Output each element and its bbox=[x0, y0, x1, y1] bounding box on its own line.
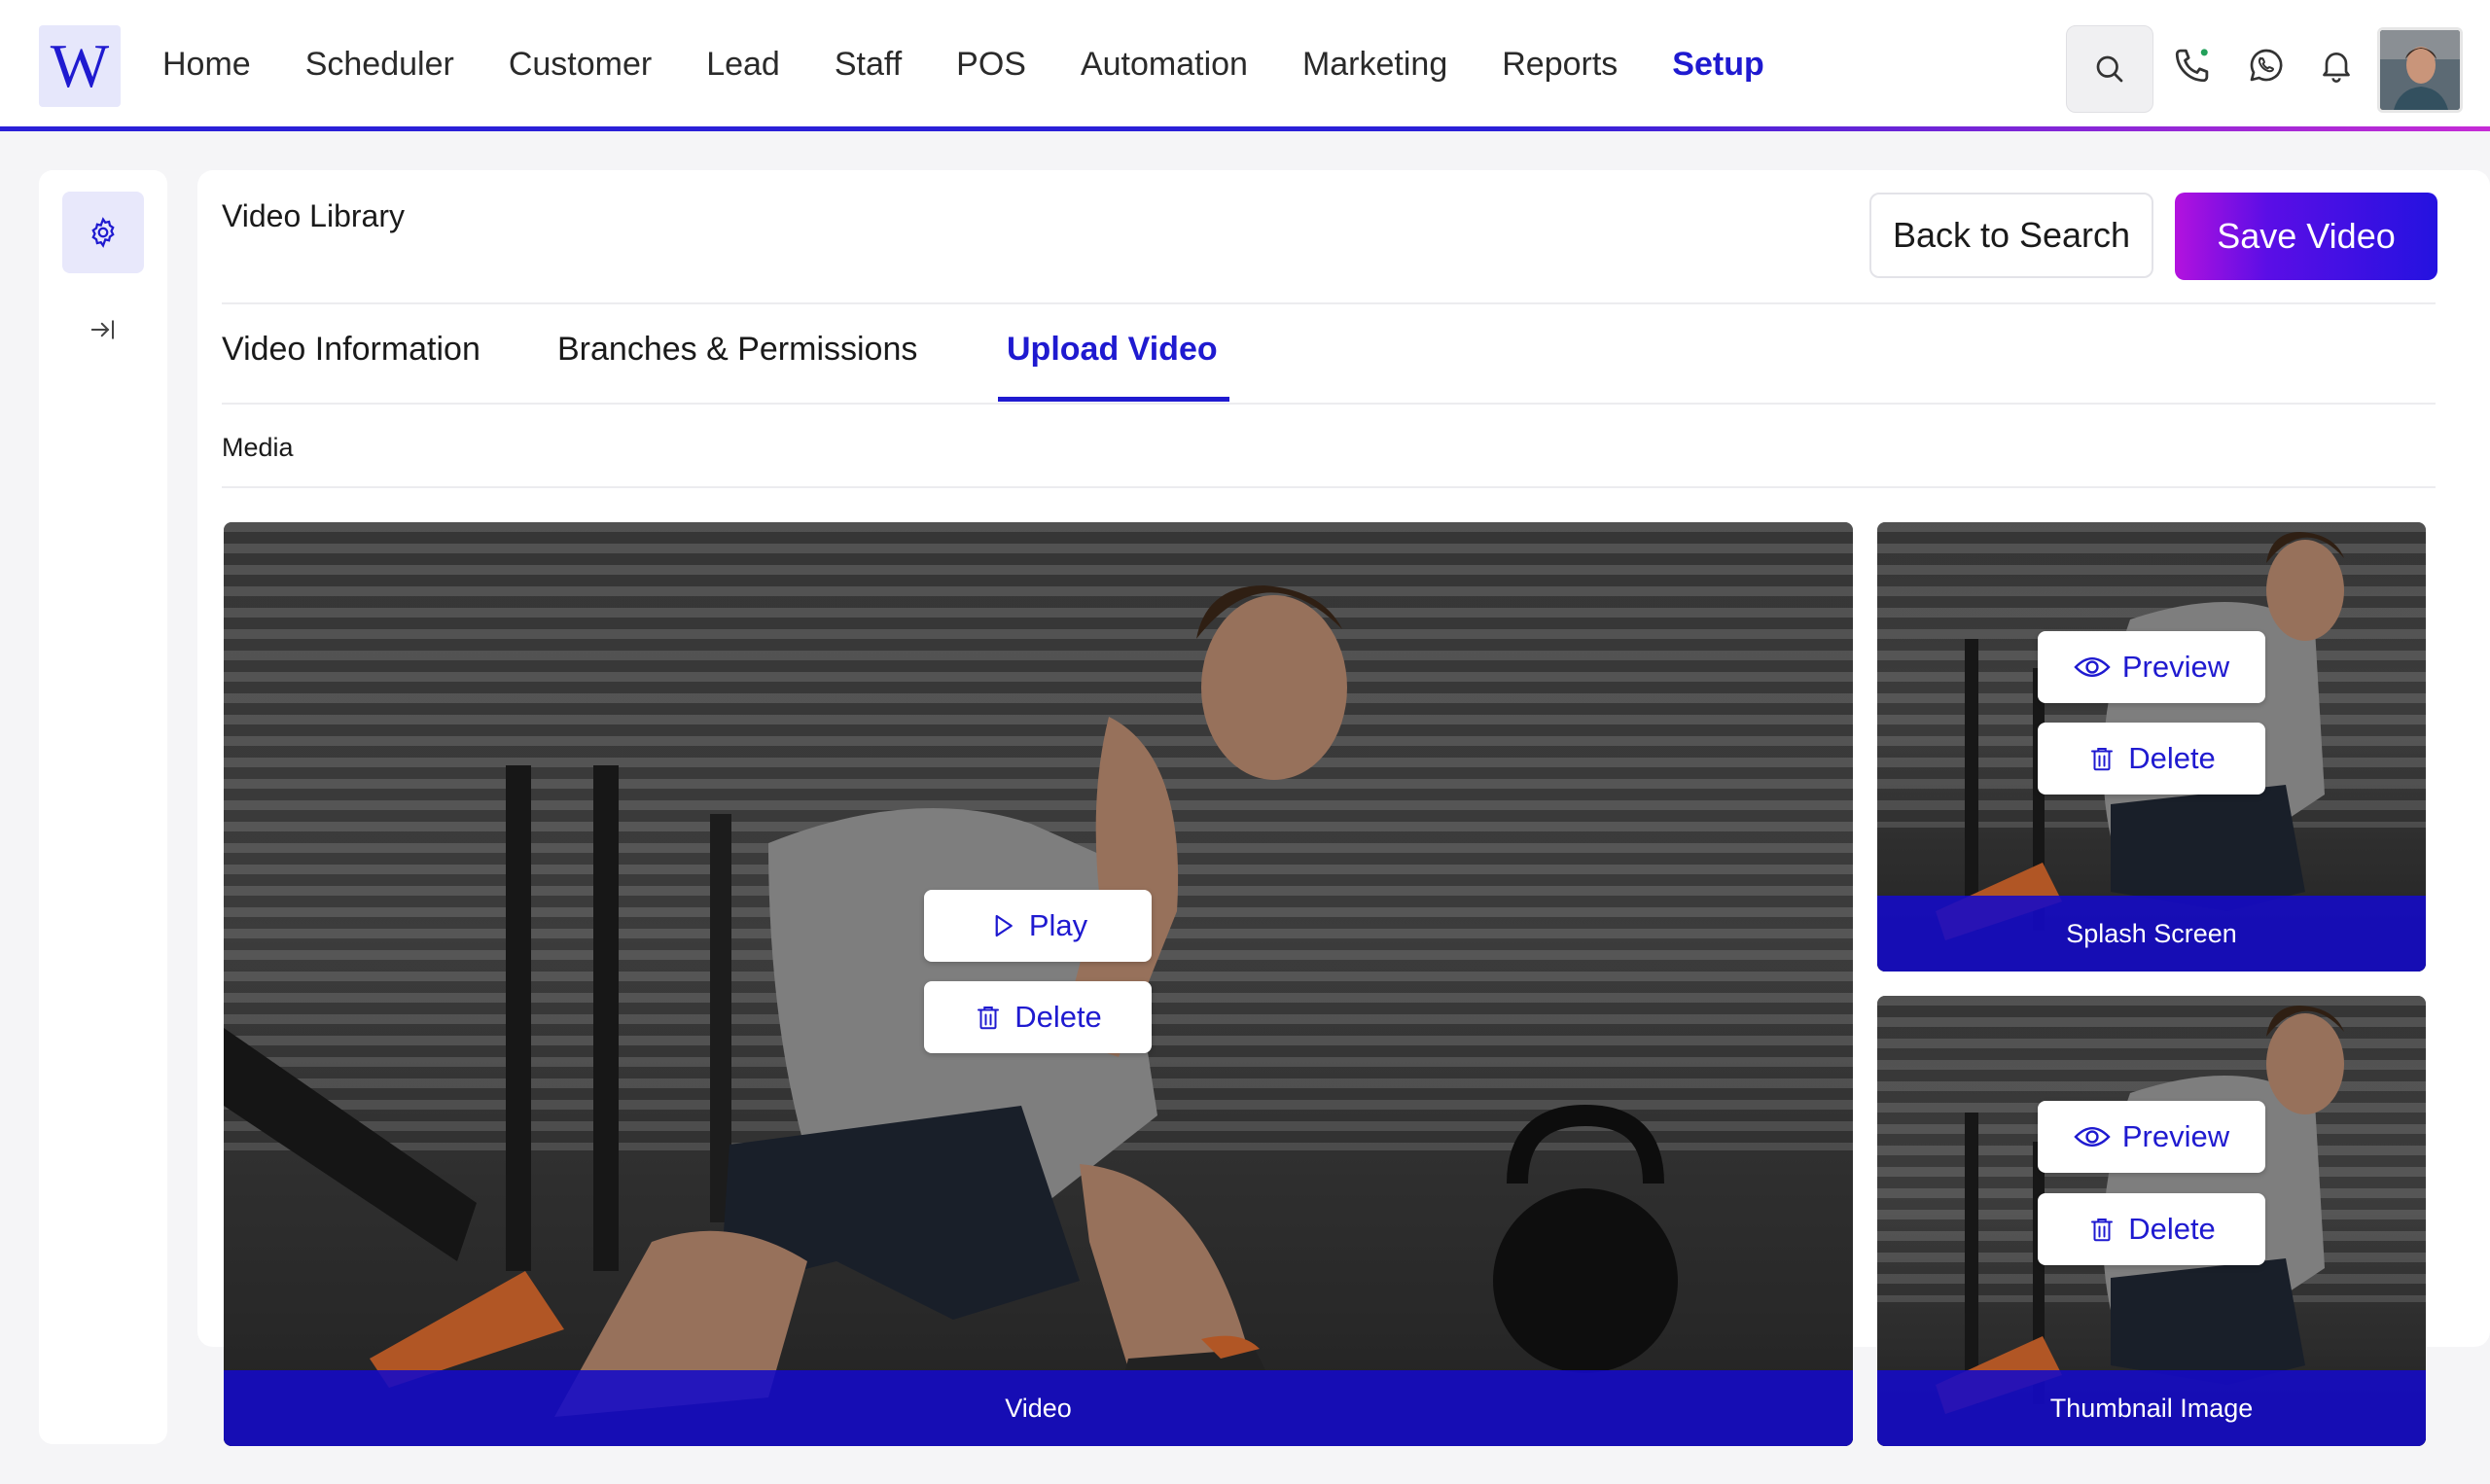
thumbnail-preview-button[interactable]: Preview bbox=[2038, 1101, 2265, 1173]
avatar-image bbox=[2380, 30, 2460, 110]
whatsapp-icon bbox=[2250, 49, 2283, 82]
nav-reports[interactable]: Reports bbox=[1502, 46, 1618, 84]
splash-delete-button[interactable]: Delete bbox=[2038, 723, 2265, 795]
nav-home[interactable]: Home bbox=[162, 46, 251, 84]
nav-scheduler[interactable]: Scheduler bbox=[305, 46, 454, 84]
collapse-icon bbox=[90, 320, 114, 339]
brand-logo[interactable]: W bbox=[39, 25, 121, 107]
nav-lead[interactable]: Lead bbox=[706, 46, 780, 84]
nav-staff[interactable]: Staff bbox=[835, 46, 902, 84]
gear-icon bbox=[91, 217, 115, 248]
tab-upload-video[interactable]: Upload Video bbox=[1007, 331, 1218, 369]
sidebar bbox=[39, 170, 167, 1444]
tab-branches-permissions[interactable]: Branches & Permissions bbox=[557, 331, 917, 369]
bell-icon bbox=[2323, 53, 2350, 83]
eye-icon bbox=[2074, 656, 2111, 678]
divider bbox=[222, 302, 2436, 304]
active-tab-indicator bbox=[998, 397, 1229, 402]
user-avatar[interactable] bbox=[2377, 27, 2463, 113]
sidebar-settings-button[interactable] bbox=[62, 192, 144, 273]
play-label: Play bbox=[1028, 908, 1088, 942]
nav-accent-line bbox=[0, 126, 2490, 131]
video-panel: Play Delete Video bbox=[224, 522, 1853, 1446]
main-nav: Home Scheduler Customer Lead Staff POS A… bbox=[162, 0, 1819, 128]
top-navbar: W Home Scheduler Customer Lead Staff POS… bbox=[0, 0, 2490, 128]
phone-button[interactable] bbox=[2172, 45, 2213, 86]
thumbnail-delete-button[interactable]: Delete bbox=[2038, 1193, 2265, 1265]
save-video-button[interactable]: Save Video bbox=[2175, 193, 2437, 280]
nav-customer[interactable]: Customer bbox=[509, 46, 652, 84]
trash-icon bbox=[978, 1007, 1000, 1030]
splash-caption: Splash Screen bbox=[1877, 896, 2426, 972]
nav-setup[interactable]: Setup bbox=[1672, 46, 1763, 84]
nav-automation[interactable]: Automation bbox=[1081, 46, 1248, 84]
delete-video-button[interactable]: Delete bbox=[924, 981, 1152, 1053]
video-caption: Video bbox=[224, 1370, 1853, 1446]
search-icon bbox=[2096, 55, 2123, 83]
nav-marketing[interactable]: Marketing bbox=[1302, 46, 1447, 84]
play-button[interactable]: Play bbox=[924, 890, 1152, 962]
phone-icon bbox=[2175, 49, 2209, 83]
thumbnail-panel: Preview Delete Thumbnail Image bbox=[1877, 996, 2426, 1446]
back-to-search-button[interactable]: Back to Search bbox=[1869, 193, 2153, 278]
sidebar-collapse-button[interactable] bbox=[82, 308, 124, 351]
delete-label: Delete bbox=[2128, 741, 2216, 775]
page-title: Video Library bbox=[222, 198, 405, 233]
divider bbox=[222, 486, 2436, 488]
divider bbox=[222, 403, 2436, 405]
play-icon bbox=[995, 914, 1013, 937]
thumbnail-caption: Thumbnail Image bbox=[1877, 1370, 2426, 1446]
delete-label: Delete bbox=[2128, 1212, 2216, 1246]
splash-screen-panel: Preview Delete Splash Screen bbox=[1877, 522, 2426, 972]
section-label-media: Media bbox=[222, 433, 294, 462]
splash-preview-button[interactable]: Preview bbox=[2038, 631, 2265, 703]
preview-label: Preview bbox=[2121, 650, 2230, 684]
eye-icon bbox=[2074, 1126, 2111, 1148]
whatsapp-button[interactable] bbox=[2246, 45, 2287, 86]
logo-letter: W bbox=[50, 31, 110, 100]
trash-icon bbox=[2091, 1219, 2114, 1242]
tab-video-information[interactable]: Video Information bbox=[222, 331, 480, 369]
delete-label: Delete bbox=[1014, 1000, 1102, 1034]
nav-pos[interactable]: POS bbox=[956, 46, 1026, 84]
search-button[interactable] bbox=[2066, 25, 2153, 113]
trash-icon bbox=[2091, 748, 2114, 771]
preview-label: Preview bbox=[2121, 1119, 2230, 1153]
notifications-button[interactable] bbox=[2316, 45, 2357, 86]
